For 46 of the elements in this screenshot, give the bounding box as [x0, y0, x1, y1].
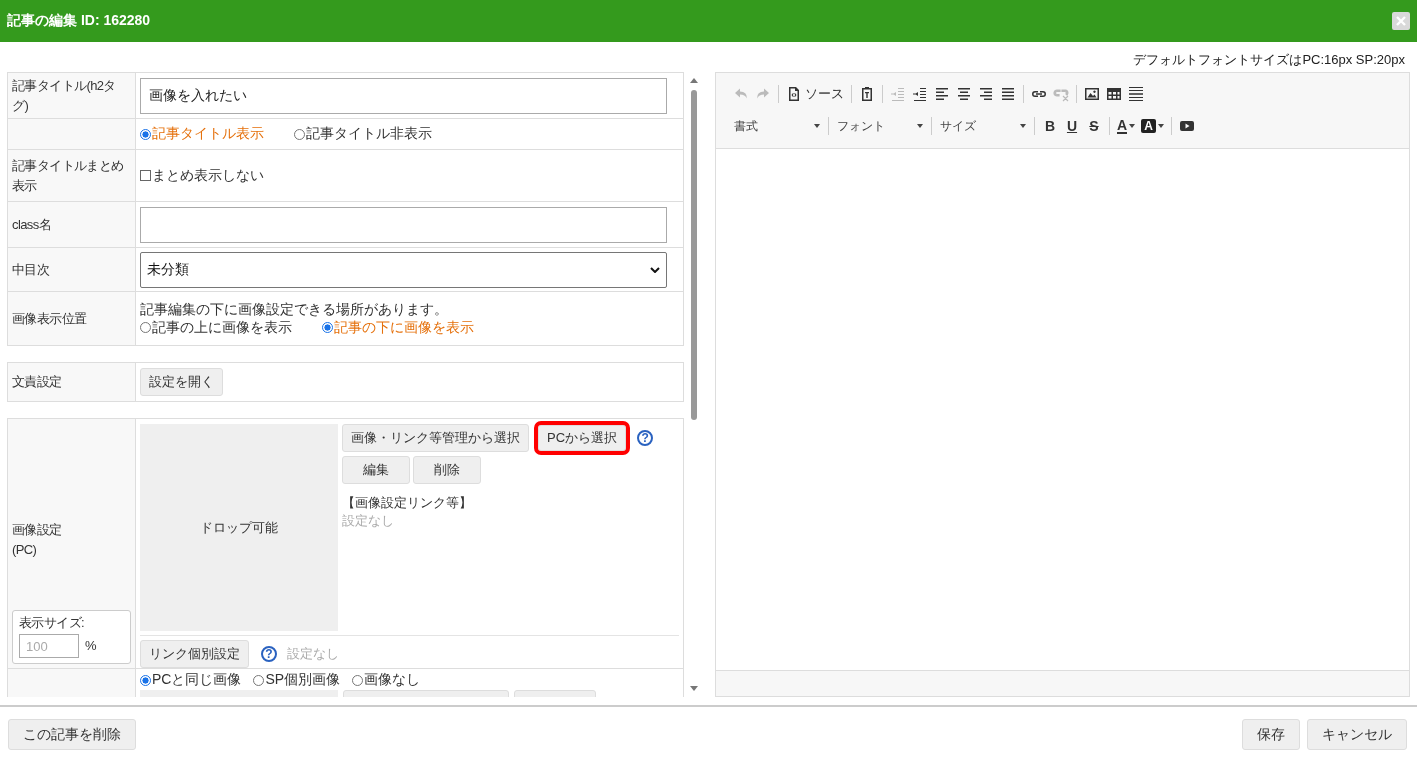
field-label: 記事タイトルまとめ表示: [8, 150, 136, 201]
checkbox-option[interactable]: まとめ表示しない: [140, 166, 667, 185]
window-title: 記事の編集 ID: 162280: [7, 12, 151, 30]
field-label: 画像表示位置: [8, 292, 136, 345]
link-settings-button[interactable]: リンク個別設定: [140, 640, 249, 668]
radio-option[interactable]: SP個別画像: [253, 671, 341, 689]
field-label: 画像設定: [12, 520, 63, 539]
radio-option[interactable]: 画像なし: [352, 671, 421, 689]
image-action-button[interactable]: 削除: [413, 456, 481, 484]
radio-option[interactable]: 記事タイトル非表示: [294, 125, 432, 143]
source-button[interactable]: ソース: [783, 83, 847, 105]
delete-article-button[interactable]: この記事を削除: [8, 719, 136, 750]
field-label: class名: [8, 202, 136, 247]
size-field[interactable]: 100: [19, 634, 79, 658]
format-dropdown[interactable]: サイズ: [936, 115, 1030, 137]
radio-option[interactable]: 記事の上に画像を表示: [140, 318, 292, 337]
dropdown[interactable]: 未分類: [140, 251, 667, 288]
link-value: 設定なし: [342, 512, 395, 530]
size-label: 表示サイズ:: [19, 615, 84, 630]
field-label: 文責設定: [8, 363, 136, 401]
save-button[interactable]: 保存: [1242, 719, 1300, 750]
drop-text: ドロップ可能: [200, 518, 278, 537]
format-dropdown[interactable]: 書式: [730, 115, 824, 137]
format-dropdown[interactable]: フォント: [833, 115, 927, 137]
text-field[interactable]: 画像を入れたい: [140, 77, 667, 114]
field-label: 中目次: [8, 248, 136, 291]
select-image-button[interactable]: 画像・リンク等管理から選択: [342, 424, 529, 452]
hint-text: 記事編集の下に画像設定できる場所があります。: [140, 300, 449, 319]
underline-button[interactable]: U: [1061, 115, 1083, 137]
link-status: 設定なし: [287, 645, 339, 663]
font-size-note: デフォルトフォントサイズはPC:16px SP:20px: [1133, 51, 1405, 69]
strikethrough-button[interactable]: S: [1083, 115, 1105, 137]
unit-label: %: [85, 637, 96, 655]
image-action-button[interactable]: 編集: [342, 456, 410, 484]
background-color-button[interactable]: A: [1138, 115, 1167, 137]
cancel-button[interactable]: キャンセル: [1307, 719, 1407, 750]
help-icon[interactable]: ?: [637, 430, 654, 446]
link-heading: 【画像設定リンク等】: [342, 494, 473, 512]
field-label: 記事タイトル(h2タグ): [8, 73, 136, 118]
field-label: (PC): [12, 540, 38, 559]
drop-zone[interactable]: ドロップ可能: [140, 424, 338, 631]
text-color-button[interactable]: A: [1114, 115, 1139, 137]
radio-option[interactable]: PCと同じ画像: [140, 671, 242, 689]
bold-button[interactable]: B: [1039, 115, 1061, 137]
open-settings-button[interactable]: 設定を開く: [140, 368, 223, 396]
help-icon[interactable]: ?: [261, 646, 277, 662]
